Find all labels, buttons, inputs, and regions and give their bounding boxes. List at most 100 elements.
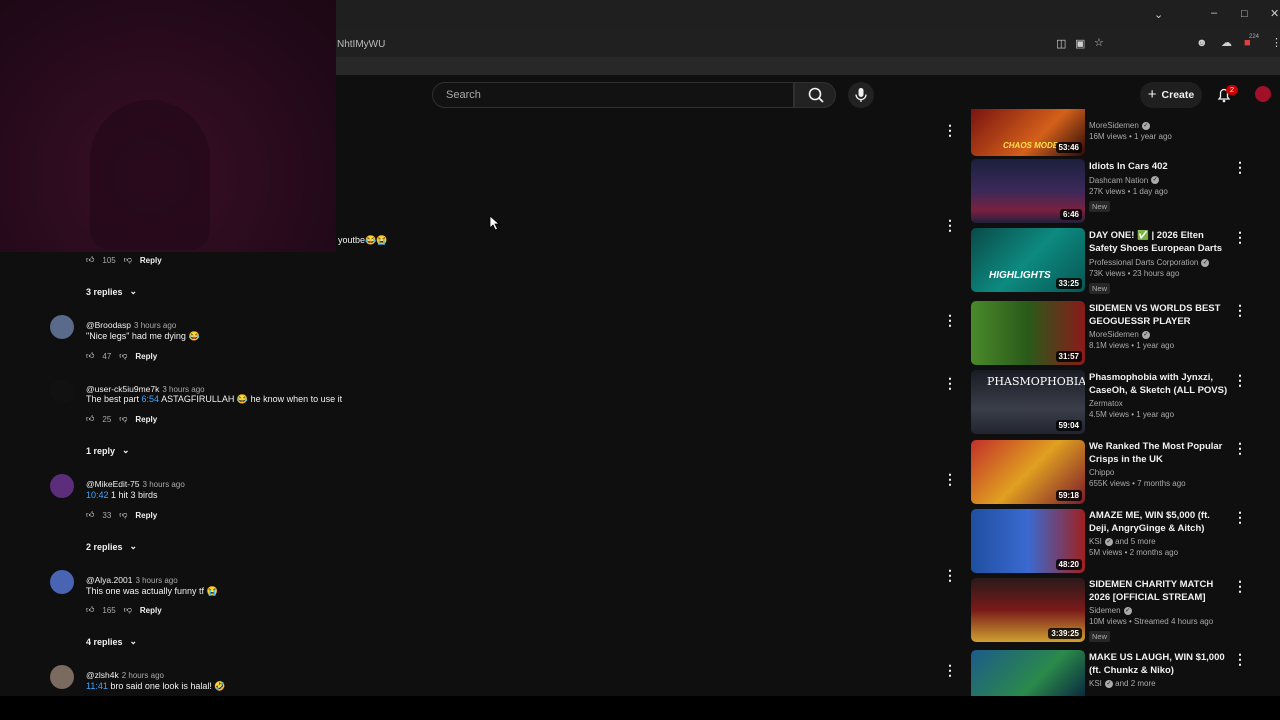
avatar[interactable] <box>50 665 74 689</box>
maximize-icon[interactable]: □ <box>1241 8 1248 20</box>
video-info[interactable]: MAKE US LAUGH, WIN $1,000 (ft. Chunkz & … <box>1089 652 1229 688</box>
reply-button[interactable]: Reply <box>140 606 162 615</box>
video-menu-icon[interactable]: ⋮ <box>1233 441 1247 455</box>
timestamp-link[interactable]: 11:41 <box>86 681 108 691</box>
comment-menu-icon[interactable]: ⋮ <box>943 663 957 677</box>
like-icon[interactable]: 👍︎ <box>86 351 94 361</box>
video-thumbnail[interactable]: CHAOS MODE 53:46 <box>971 109 1085 156</box>
search-input[interactable] <box>444 88 778 102</box>
video-thumbnail[interactable]: 3:39:25 <box>971 578 1085 642</box>
video-action-menu-icon[interactable]: ⋮ <box>943 123 957 137</box>
dislike-icon[interactable]: 👎︎ <box>124 255 132 265</box>
video-title[interactable]: We Ranked The Most Popular Crisps in the… <box>1089 441 1229 466</box>
video-title[interactable]: DAY ONE! ✅ | 2026 Elten Safety Shoes Eur… <box>1089 230 1229 256</box>
channel-name[interactable]: Zermatox <box>1089 399 1229 408</box>
comment-time[interactable]: 3 hours ago <box>162 385 204 394</box>
mouse-cursor-icon <box>489 215 501 231</box>
create-button[interactable]: + Create <box>1140 82 1202 108</box>
video-info[interactable]: DAY ONE! ✅ | 2026 Elten Safety Shoes Eur… <box>1089 230 1229 296</box>
reply-button[interactable]: Reply <box>140 256 162 265</box>
like-icon[interactable]: 👍︎ <box>86 605 94 615</box>
video-menu-icon[interactable]: ⋮ <box>1233 510 1247 524</box>
comment-time[interactable]: 3 hours ago <box>135 576 177 585</box>
comment-author[interactable]: @Broodasp <box>86 320 131 330</box>
video-thumbnail[interactable]: PHASMOPHOBIA 59:04 <box>971 370 1085 434</box>
video-thumbnail[interactable]: 59:18 <box>971 440 1085 504</box>
video-thumbnail[interactable]: HIGHLIGHTS 33:25 <box>971 228 1085 292</box>
comment-menu-icon[interactable]: ⋮ <box>943 472 957 486</box>
like-icon[interactable]: 👍︎ <box>86 255 94 265</box>
url-text[interactable]: NhtIMyWU <box>337 39 385 50</box>
profile-icon[interactable]: ☻ <box>1196 37 1208 49</box>
video-info[interactable]: MoreSidemen ✓ 16M views • 1 year ago <box>1089 109 1172 141</box>
account-avatar[interactable] <box>1255 86 1271 102</box>
channel-name[interactable]: Chippo <box>1089 468 1229 477</box>
reply-button[interactable]: Reply <box>135 415 157 424</box>
comment-author[interactable]: @user-ck5iu9me7k <box>86 384 159 394</box>
comment-menu-icon[interactable]: ⋮ <box>943 376 957 390</box>
video-thumbnail[interactable]: 31:57 <box>971 301 1085 365</box>
comment-author[interactable]: @Alya.2001 <box>86 575 132 585</box>
dislike-icon[interactable]: 👎︎ <box>124 605 132 615</box>
video-thumbnail[interactable]: 6:46 <box>971 159 1085 223</box>
replies-label: 1 reply <box>86 445 116 456</box>
avatar[interactable] <box>50 315 74 339</box>
view-replies-button[interactable]: 3 replies ⌄ <box>86 286 137 297</box>
video-info[interactable]: We Ranked The Most Popular Crisps in the… <box>1089 441 1229 488</box>
like-icon[interactable]: 👍︎ <box>86 510 94 520</box>
view-replies-button[interactable]: 1 reply ⌄ <box>86 445 130 456</box>
video-info[interactable]: AMAZE ME, WIN $5,000 (ft. Deji, AngryGin… <box>1089 510 1229 557</box>
video-title[interactable]: AMAZE ME, WIN $5,000 (ft. Deji, AngryGin… <box>1089 510 1229 535</box>
view-replies-button[interactable]: 4 replies ⌄ <box>86 636 137 647</box>
bookmark-star-icon[interactable]: ☆ <box>1094 37 1104 49</box>
comment-menu-icon[interactable]: ⋮ <box>943 568 957 582</box>
install-app-icon[interactable]: ▣ <box>1075 38 1085 50</box>
timestamp-link[interactable]: 10:42 <box>86 490 109 500</box>
comment-time[interactable]: 3 hours ago <box>143 480 185 489</box>
video-info[interactable]: SIDEMEN VS WORLDS BEST GEOGUESSR PLAYER … <box>1089 303 1229 350</box>
dislike-icon[interactable]: 👎︎ <box>119 510 127 520</box>
dislike-icon[interactable]: 👎︎ <box>119 351 127 361</box>
voice-search-button[interactable] <box>848 82 874 108</box>
video-menu-icon[interactable]: ⋮ <box>1233 652 1247 666</box>
comment-menu-icon[interactable]: ⋮ <box>943 218 957 232</box>
comment-text: The best part 6:54 ASTAGFIRULLAH 😂 he kn… <box>86 394 342 405</box>
video-thumbnail[interactable] <box>971 650 1085 696</box>
video-title[interactable]: SIDEMEN VS WORLDS BEST GEOGUESSR PLAYER <box>1089 303 1229 328</box>
new-badge: New <box>1089 200 1111 212</box>
reply-button[interactable]: Reply <box>135 511 157 520</box>
video-title[interactable]: Idiots In Cars 402 <box>1089 161 1229 174</box>
video-title[interactable]: MAKE US LAUGH, WIN $1,000 (ft. Chunkz & … <box>1089 652 1229 677</box>
reply-button[interactable]: Reply <box>135 352 157 361</box>
search-button[interactable] <box>794 82 836 108</box>
close-window-icon[interactable]: ✕ <box>1270 7 1279 20</box>
extensions-puzzle-icon[interactable]: ☁ <box>1221 37 1232 49</box>
video-menu-icon[interactable]: ⋮ <box>1233 303 1247 317</box>
video-info[interactable]: Phasmophobia with Jynxzi, CaseOh, & Sket… <box>1089 372 1229 419</box>
comment-time[interactable]: 2 hours ago <box>122 671 164 680</box>
avatar[interactable] <box>50 570 74 594</box>
browser-menu-icon[interactable]: ⋮ <box>1271 37 1280 49</box>
avatar[interactable] <box>50 474 74 498</box>
video-title[interactable]: SIDEMEN CHARITY MATCH 2026 [OFFICIAL STR… <box>1089 579 1229 604</box>
minimize-icon[interactable]: – <box>1211 7 1217 19</box>
comment-time[interactable]: 3 hours ago <box>134 321 176 330</box>
video-info[interactable]: Idiots In Cars 402 Dashcam Nation ✓ 27K v… <box>1089 161 1229 214</box>
video-thumbnail[interactable]: 48:20 <box>971 509 1085 573</box>
comment-author[interactable]: @MikeEdit-75 <box>86 479 140 489</box>
video-menu-icon[interactable]: ⋮ <box>1233 373 1247 387</box>
timestamp-link[interactable]: 6:54 <box>142 394 160 404</box>
video-info[interactable]: SIDEMEN CHARITY MATCH 2026 [OFFICIAL STR… <box>1089 579 1229 644</box>
comment-author[interactable]: @zlsh4k <box>86 670 119 680</box>
tab-list-chevron-icon[interactable]: ⌄ <box>1154 8 1163 21</box>
video-menu-icon[interactable]: ⋮ <box>1233 160 1247 174</box>
view-replies-button[interactable]: 2 replies ⌄ <box>86 541 137 552</box>
dislike-icon[interactable]: 👎︎ <box>119 414 127 424</box>
cast-icon[interactable]: ◫ <box>1056 38 1066 50</box>
video-title[interactable]: Phasmophobia with Jynxzi, CaseOh, & Sket… <box>1089 372 1229 397</box>
video-menu-icon[interactable]: ⋮ <box>1233 230 1247 244</box>
comment-menu-icon[interactable]: ⋮ <box>943 313 957 327</box>
like-icon[interactable]: 👍︎ <box>86 414 94 424</box>
avatar[interactable] <box>50 379 74 403</box>
video-menu-icon[interactable]: ⋮ <box>1233 579 1247 593</box>
